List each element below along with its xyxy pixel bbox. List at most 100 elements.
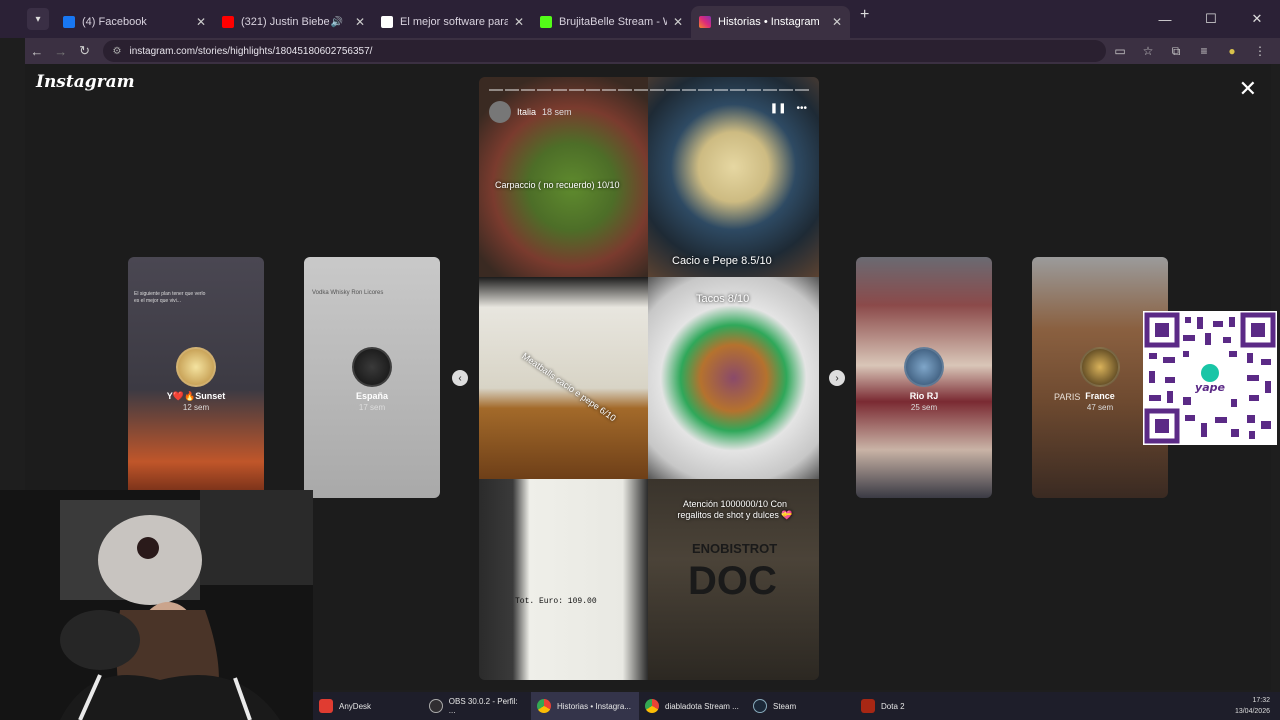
taskbar-label: AnyDesk — [339, 701, 372, 711]
caption: Meatballs cacio e pepe 6/10 — [520, 350, 618, 424]
story-progress — [489, 89, 809, 91]
taskbar-item-steam[interactable]: Steam — [747, 692, 855, 720]
reload-icon[interactable]: ↻ — [73, 43, 97, 59]
profile-icon[interactable]: ● — [1218, 44, 1246, 59]
instagram-icon — [699, 16, 711, 28]
browser-toolbar: ← → ↻ ⚙ instagram.com/stories/highlights… — [25, 38, 1280, 64]
caption: Tacos 8/10 — [696, 293, 750, 305]
highlight-card-rio[interactable]: Rio RJ 25 sem — [856, 257, 992, 498]
more-icon[interactable]: ••• — [796, 103, 807, 114]
new-tab-icon[interactable]: + — [860, 6, 869, 24]
close-icon[interactable]: ✕ — [1239, 76, 1257, 102]
taskbar-label: Steam — [773, 701, 797, 711]
avatar — [176, 347, 216, 387]
svg-text:yape: yape — [1195, 381, 1225, 394]
story-photo-receipt: Tot. Euro: 109.00 — [479, 479, 648, 680]
card-age: 25 sem — [910, 403, 938, 412]
next-arrow-icon[interactable]: › — [829, 370, 845, 386]
caption: Tot. Euro: 109.00 — [515, 597, 597, 606]
steam-icon — [753, 699, 767, 713]
story-photo-meatballs: Meatballs cacio e pepe 6/10 — [479, 277, 648, 479]
anydesk-icon — [319, 699, 333, 713]
close-icon[interactable]: ✕ — [514, 15, 524, 29]
extensions-icon[interactable]: ⧉ — [1162, 44, 1190, 59]
story-header: Italia 18 sem — [489, 101, 572, 123]
card-name: Rio RJ — [909, 391, 939, 401]
close-window-icon[interactable]: ✕ — [1234, 0, 1280, 38]
maximize-icon[interactable]: ☐ — [1188, 0, 1234, 38]
close-icon[interactable]: ✕ — [832, 15, 842, 29]
close-icon[interactable]: ✕ — [673, 15, 683, 29]
obs-icon — [381, 16, 393, 28]
tab-software[interactable]: El mejor software para potenci ✕ — [373, 6, 532, 38]
taskbar: AnyDesk OBS 30.0.2 - Perfil: ... Histori… — [313, 692, 1280, 720]
card-text: El siguiente plan tener que verlo es el … — [134, 291, 206, 304]
story-username[interactable]: Italia — [517, 107, 536, 117]
card-age: 17 sem — [358, 403, 386, 412]
tab-list-icon[interactable]: ▾ — [27, 8, 49, 30]
card-text: Vodka Whisky Ron Licores — [312, 290, 384, 296]
system-clock[interactable]: 17:32 13/04/2026 — [1235, 695, 1270, 717]
tab-title: (321) Justin Bieber - Never — [241, 16, 331, 28]
card-name: España — [355, 391, 388, 401]
brand-logo: DOC — [688, 559, 777, 603]
url-text: instagram.com/stories/highlights/1804518… — [129, 45, 373, 57]
highlight-card-espana[interactable]: Vodka Whisky Ron Licores España 17 sem — [304, 257, 440, 498]
tab-instagram[interactable]: Historias • Instagram ✕ — [691, 6, 850, 38]
taskbar-item-dota[interactable]: Dota 2 — [855, 692, 963, 720]
youtube-icon — [222, 16, 234, 28]
prev-arrow-icon[interactable]: ‹ — [452, 370, 468, 386]
avatar[interactable] — [489, 101, 511, 123]
toolbar-actions: ▭ ☆ ⧉ ≡ ● ⋮ — [1106, 44, 1274, 59]
tab-facebook[interactable]: (4) Facebook ✕ — [55, 6, 214, 38]
pause-icon[interactable]: ❚❚ — [770, 103, 787, 114]
chrome-icon — [645, 699, 659, 713]
close-icon[interactable]: ✕ — [196, 15, 206, 29]
yape-qr-code: yape — [1143, 311, 1277, 445]
browser-tabbar: ▾ (4) Facebook ✕ (321) Justin Bieber - N… — [0, 0, 1280, 38]
tab-youtube[interactable]: (321) Justin Bieber - Never 🔊 ✕ — [214, 6, 373, 38]
tab-title: El mejor software para potenci — [400, 16, 508, 28]
address-bar[interactable]: ⚙ instagram.com/stories/highlights/18045… — [102, 40, 1106, 62]
clock-time: 17:32 — [1252, 697, 1270, 704]
caption: Cacio e Pepe 8.5/10 — [672, 255, 772, 267]
taskbar-label: diabladota Stream ... — [665, 701, 739, 711]
story-frame[interactable]: Carpaccio ( no recuerdo) 10/10 Cacio e P… — [479, 77, 819, 680]
avatar — [904, 347, 944, 387]
taskbar-item-obs[interactable]: OBS 30.0.2 - Perfil: ... — [423, 692, 531, 720]
card-name: Y❤️🔥Sunset — [166, 391, 226, 401]
back-icon[interactable]: ← — [25, 44, 49, 59]
tab-title: BrujitaBelle Stream - Watch Liv — [559, 16, 667, 28]
avatar — [1080, 347, 1120, 387]
taskbar-item-instagram[interactable]: Historias • Instagra... — [531, 692, 639, 720]
brand-label: ENOBISTROT — [692, 541, 778, 556]
tab-kick[interactable]: BrujitaBelle Stream - Watch Liv ✕ — [532, 6, 691, 38]
close-icon[interactable]: ✕ — [355, 15, 365, 29]
star-icon[interactable]: ☆ — [1134, 44, 1162, 59]
kick-icon — [540, 16, 552, 28]
cast-icon[interactable]: ▭ — [1106, 44, 1134, 59]
taskbar-label: Dota 2 — [881, 701, 905, 711]
story-controls: ❚❚ ••• — [770, 103, 807, 114]
taskbar-item-anydesk[interactable]: AnyDesk — [313, 692, 423, 720]
minimize-icon[interactable]: — — [1142, 0, 1188, 38]
highlight-card-sunset[interactable]: El siguiente plan tener que verlo es el … — [128, 257, 264, 498]
taskbar-label: Historias • Instagra... — [557, 701, 631, 711]
media-icon[interactable]: ≡ — [1190, 44, 1218, 59]
tab-title: Historias • Instagram — [718, 16, 820, 28]
taskbar-item-stream[interactable]: diabladota Stream ... — [639, 692, 747, 720]
tab-title: (4) Facebook — [82, 16, 147, 28]
taskbar-label: OBS 30.0.2 - Perfil: ... — [448, 697, 518, 715]
site-info-icon[interactable]: ⚙ — [113, 46, 122, 57]
instagram-logo[interactable]: Instagram — [36, 72, 135, 92]
story-age: 18 sem — [542, 107, 572, 117]
obs-icon — [429, 699, 443, 713]
forward-icon[interactable]: → — [49, 44, 73, 59]
caption: Atención 1000000/10 Con regalitos de sho… — [677, 499, 793, 520]
dota-icon — [861, 699, 875, 713]
clock-date: 13/04/2026 — [1234, 708, 1270, 715]
caption: Carpaccio ( no recuerdo) 10/10 — [495, 180, 620, 190]
speaker-icon[interactable]: 🔊 — [330, 17, 342, 28]
webcam-overlay — [0, 490, 313, 720]
menu-icon[interactable]: ⋮ — [1246, 44, 1274, 59]
